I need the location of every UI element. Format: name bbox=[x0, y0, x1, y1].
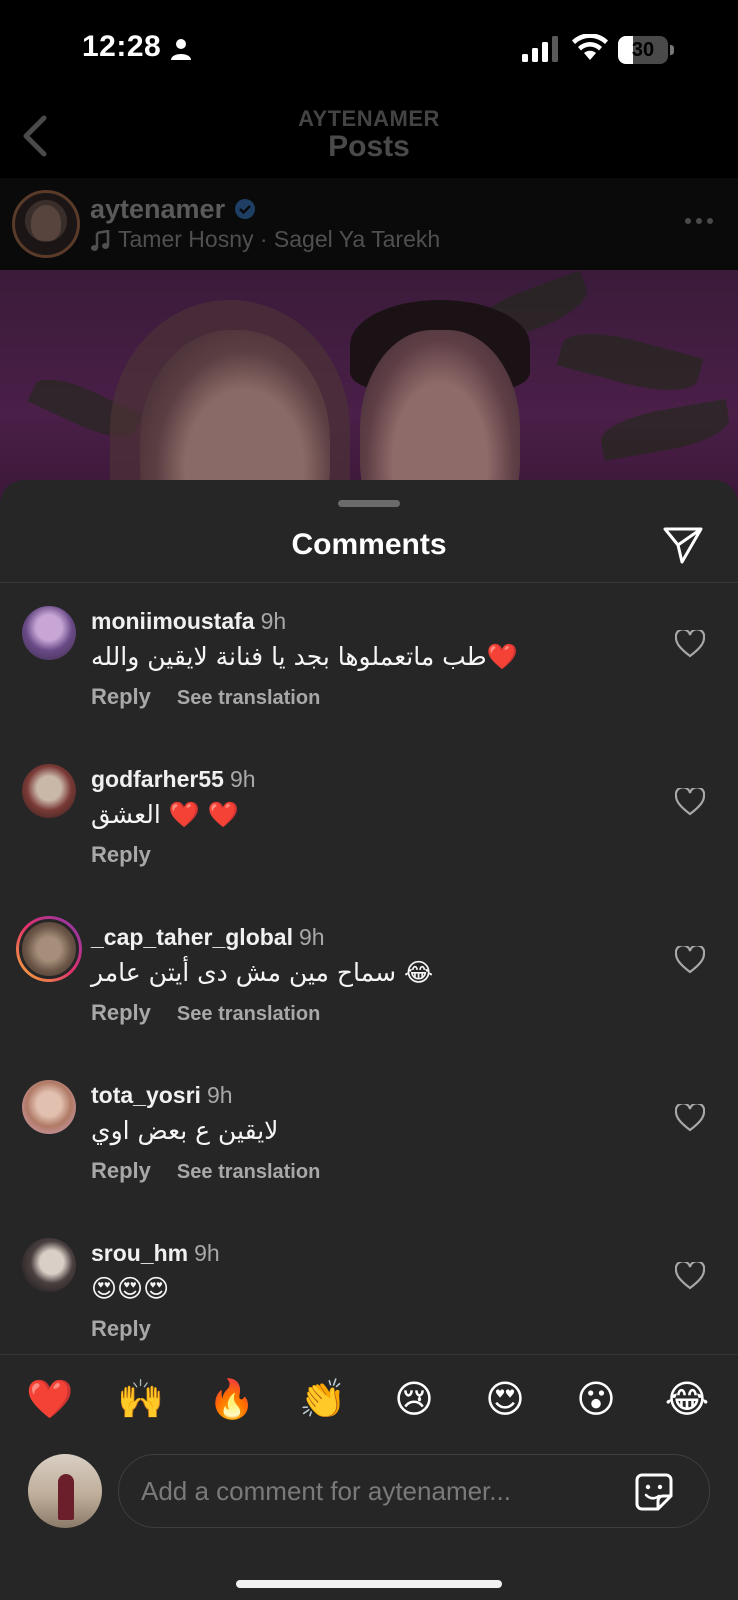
comment-username-row[interactable]: moniimoustafa 9h bbox=[91, 608, 286, 635]
like-heart-icon[interactable] bbox=[675, 1262, 705, 1290]
comment-username-row[interactable]: srou_hm 9h bbox=[91, 1240, 220, 1267]
post-image bbox=[0, 270, 738, 510]
comment-username-row[interactable]: tota_yosri 9h bbox=[91, 1082, 233, 1109]
page-title: Posts bbox=[328, 130, 410, 163]
sheet-drag-handle[interactable] bbox=[338, 500, 400, 507]
header-account-name: AYTENAMER bbox=[298, 106, 440, 131]
comment-text: طب ماتعملوها بجد يا فنانة لايقين والله❤️ bbox=[91, 642, 518, 671]
reply-button[interactable]: Reply bbox=[91, 684, 151, 709]
emoji-heart-eyes[interactable]: 😍 bbox=[480, 1377, 530, 1421]
like-heart-icon[interactable] bbox=[675, 788, 705, 816]
comment-actions: Reply bbox=[91, 842, 151, 868]
comment-item: _cap_taher_global 9h سماح مين مش دى أيتن … bbox=[0, 902, 738, 1052]
comment-composer bbox=[0, 1452, 738, 1600]
comment-actions: Reply See translation bbox=[91, 1000, 320, 1026]
comment-item: moniimoustafa 9h طب ماتعملوها بجد يا فنان… bbox=[0, 586, 738, 736]
comment-actions: Reply See translation bbox=[91, 684, 320, 710]
post-author-username[interactable]: aytenamer bbox=[90, 194, 225, 225]
comment-time: 9h bbox=[206, 1082, 233, 1108]
post-audio-track[interactable]: Tamer Hosny · Sagel Ya Tarekh bbox=[118, 226, 440, 253]
add-comment-input[interactable] bbox=[118, 1454, 710, 1528]
reply-button[interactable]: Reply bbox=[91, 842, 151, 867]
comment-username-row[interactable]: _cap_taher_global 9h bbox=[91, 924, 325, 951]
emoji-tears-of-joy[interactable]: 😂 bbox=[662, 1377, 712, 1421]
post-author-avatar[interactable] bbox=[12, 190, 80, 258]
divider bbox=[0, 582, 738, 583]
like-heart-icon[interactable] bbox=[675, 630, 705, 658]
comment-text: سماح مين مش دى أيتن عامر 😂 bbox=[91, 958, 434, 987]
emoji-red-heart[interactable]: ❤️ bbox=[25, 1377, 75, 1421]
more-options-icon[interactable] bbox=[684, 216, 714, 226]
sticker-gif-icon[interactable] bbox=[634, 1472, 674, 1512]
comment-username[interactable]: godfarher55 bbox=[91, 766, 224, 792]
see-translation-button[interactable]: See translation bbox=[177, 1003, 320, 1025]
comment-username[interactable]: tota_yosri bbox=[91, 1082, 201, 1108]
comment-actions: Reply bbox=[91, 1316, 151, 1342]
see-translation-button[interactable]: See translation bbox=[177, 1161, 320, 1183]
comment-username[interactable]: _cap_taher_global bbox=[91, 924, 293, 950]
commenter-avatar[interactable] bbox=[22, 764, 76, 818]
comment-username[interactable]: srou_hm bbox=[91, 1240, 188, 1266]
comment-username-row[interactable]: godfarher55 9h bbox=[91, 766, 256, 793]
comment-item: srou_hm 9h 😍😍😍 Reply bbox=[0, 1218, 738, 1368]
commenter-avatar[interactable] bbox=[22, 606, 76, 660]
reply-button[interactable]: Reply bbox=[91, 1000, 151, 1025]
posts-header: AYTENAMER Posts bbox=[0, 100, 738, 178]
comment-time: 9h bbox=[260, 608, 287, 634]
comment-text: لايقين ع بعض اوي bbox=[91, 1116, 279, 1145]
comment-time: 9h bbox=[229, 766, 256, 792]
quick-emoji-bar: ❤️ 🙌 🔥 👏 😢 😍 😮 😂 bbox=[0, 1354, 738, 1452]
share-send-icon[interactable] bbox=[662, 524, 704, 566]
status-bar: 12:28 30 bbox=[0, 0, 738, 100]
battery-percent: 30 bbox=[631, 39, 655, 61]
emoji-raising-hands[interactable]: 🙌 bbox=[116, 1377, 166, 1421]
commenter-avatar[interactable] bbox=[22, 1238, 76, 1292]
emoji-crying-face[interactable]: 😢 bbox=[389, 1377, 439, 1421]
music-note-icon bbox=[91, 230, 110, 251]
status-time: 12:28 bbox=[82, 30, 162, 63]
comment-text: 😍😍😍 bbox=[91, 1274, 170, 1303]
verified-badge-icon bbox=[235, 199, 255, 219]
wifi-icon bbox=[572, 34, 608, 60]
comments-title: Comments bbox=[291, 528, 447, 561]
comment-item: tota_yosri 9h لايقين ع بعض اوي Reply See t… bbox=[0, 1060, 738, 1210]
comment-time: 9h bbox=[194, 1240, 220, 1266]
battery-indicator: 30 bbox=[618, 36, 674, 64]
emoji-surprised-face[interactable]: 😮 bbox=[571, 1377, 621, 1421]
emoji-fire[interactable]: 🔥 bbox=[207, 1377, 257, 1421]
see-translation-button[interactable]: See translation bbox=[177, 687, 320, 709]
commenter-avatar-story-ring[interactable] bbox=[16, 916, 82, 982]
like-heart-icon[interactable] bbox=[675, 946, 705, 974]
comment-username[interactable]: moniimoustafa bbox=[91, 608, 255, 634]
comment-actions: Reply See translation bbox=[91, 1158, 320, 1184]
home-indicator[interactable] bbox=[236, 1580, 502, 1588]
like-heart-icon[interactable] bbox=[675, 1104, 705, 1132]
cellular-signal-icon bbox=[522, 36, 558, 62]
comment-text: العشق ❤️ ❤️ bbox=[91, 800, 239, 829]
post-header: aytenamer Tamer Hosny · Sagel Ya Tarekh bbox=[0, 178, 738, 270]
current-user-avatar bbox=[28, 1454, 102, 1528]
reply-button[interactable]: Reply bbox=[91, 1158, 151, 1183]
reply-button[interactable]: Reply bbox=[91, 1316, 151, 1341]
person-icon bbox=[171, 39, 191, 60]
comment-item: godfarher55 9h العشق ❤️ ❤️ Reply bbox=[0, 744, 738, 894]
emoji-clapping-hands[interactable]: 👏 bbox=[298, 1377, 348, 1421]
commenter-avatar[interactable] bbox=[22, 1080, 76, 1134]
comment-time: 9h bbox=[298, 924, 325, 950]
